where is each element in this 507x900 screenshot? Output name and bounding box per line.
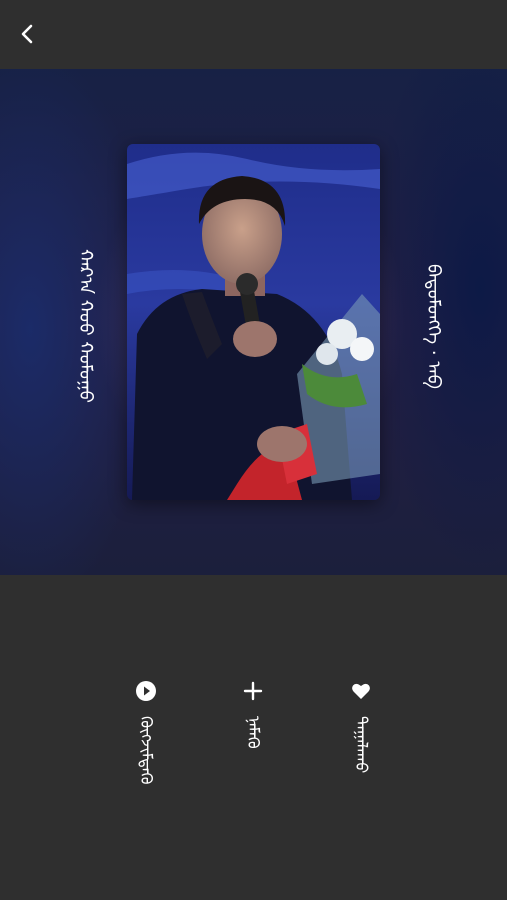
add-button[interactable]: ᠨᠡᠮᠡᠬᠦ	[233, 680, 273, 749]
top-bar	[0, 0, 507, 69]
favorite-label: ᠲᠠᠭᠠᠯᠠᠬᠤ	[352, 716, 371, 774]
play-all-button[interactable]: ᠬᠥᠭᠵᠢᠮᠳᠡᠬᠦ	[126, 680, 166, 785]
favorite-button[interactable]: ᠲᠠᠭᠠᠯᠠᠬᠤ	[341, 680, 381, 773]
heart-icon	[350, 680, 372, 702]
back-button[interactable]	[8, 14, 48, 54]
album-title: ᠬᠠᠷ᠎ᠠ ᠬᠣᠣ ᠬᠣᠮᠣᠭᠣ	[75, 249, 96, 403]
chevron-left-icon	[21, 24, 33, 44]
album-cover-image	[127, 144, 380, 500]
artist-name: ᠪᠠᠲᠤᠮᠥᠩᠬᠡ · ᠠᠪ	[423, 264, 444, 389]
add-label: ᠨᠡᠮᠡᠬᠦ	[244, 716, 263, 749]
album-cover[interactable]	[127, 144, 380, 500]
play-circle-icon	[135, 680, 157, 702]
play-all-label: ᠬᠥᠭᠵᠢᠮᠳᠡᠬᠦ	[137, 716, 156, 785]
album-hero: ᠬᠠᠷ᠎ᠠ ᠬᠣᠣ ᠬᠣᠮᠣᠭᠣ	[0, 69, 507, 575]
action-bar: ᠬᠥᠭᠵᠢᠮᠳᠡᠬᠦ ᠨᠡᠮᠡᠬᠦ ᠲᠠᠭᠠᠯᠠᠬᠤ	[0, 680, 507, 800]
plus-icon	[242, 680, 264, 702]
